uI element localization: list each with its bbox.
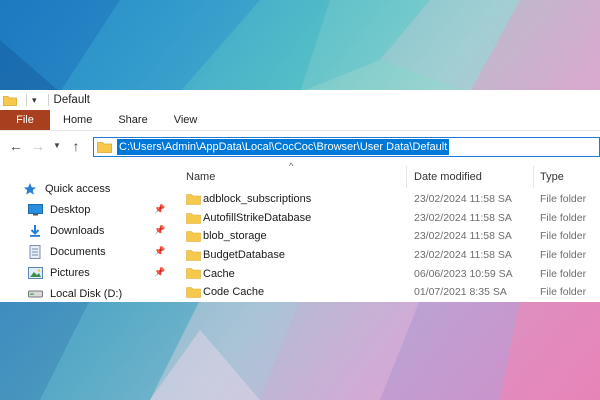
list-item[interactable]: Cache 06/06/2023 10:59 SA File folder <box>178 264 600 283</box>
file-type: File folder <box>540 267 587 280</box>
file-name: AutofillStrikeDatabase <box>203 211 312 224</box>
title-separator <box>47 94 49 106</box>
column-header-type[interactable]: Type <box>540 166 564 188</box>
file-type: File folder <box>540 230 587 243</box>
list-item[interactable]: BudgetDatabase 23/02/2024 11:58 SA File … <box>178 246 600 265</box>
sidebar-item-pictures[interactable]: Pictures 📌 <box>0 262 175 283</box>
pin-icon[interactable]: 📌 <box>154 246 165 257</box>
address-bar[interactable]: C:\Users\Admin\AppData\Local\CocCoc\Brow… <box>93 137 600 157</box>
sidebar-item-downloads[interactable]: Downloads 📌 <box>0 220 175 241</box>
file-type: File folder <box>540 286 587 299</box>
column-header-date-modified[interactable]: Date modified <box>414 166 482 188</box>
folder-icon <box>186 231 201 242</box>
folder-icon <box>186 287 201 298</box>
sidebar-item-documents[interactable]: Documents 📌 <box>0 241 175 262</box>
folder-icon <box>186 212 201 224</box>
back-arrow-icon[interactable]: ← <box>8 138 24 154</box>
pin-icon[interactable]: 📌 <box>154 204 165 215</box>
navigation-pane: Quick access Desktop 📌 Downloads 📌 Docum… <box>0 178 175 304</box>
folder-icon <box>186 249 201 261</box>
pin-icon[interactable]: 📌 <box>154 267 165 278</box>
file-name: Cache <box>203 267 235 280</box>
customize-quick-access-icon[interactable]: ▾ <box>32 95 37 106</box>
file-name: BudgetDatabase <box>203 249 285 262</box>
file-date-modified: 23/02/2024 11:58 SA <box>414 249 512 262</box>
desktop-icon <box>27 203 43 217</box>
drive-icon <box>27 287 43 301</box>
file-type: File folder <box>540 211 587 224</box>
sidebar-item-desktop[interactable]: Desktop 📌 <box>0 199 175 220</box>
sidebar-item-label: Quick access <box>45 182 111 195</box>
file-name: adblock_subscriptions <box>203 193 312 206</box>
sidebar-item-quick-access[interactable]: Quick access <box>0 178 175 199</box>
folder-icon <box>3 95 17 106</box>
pictures-icon <box>27 266 43 280</box>
pin-icon[interactable]: 📌 <box>154 225 165 236</box>
window-title: Default <box>53 94 90 106</box>
column-divider[interactable] <box>406 166 407 188</box>
star-icon <box>22 182 38 196</box>
file-name: Code Cache <box>203 286 265 299</box>
wallpaper-top <box>0 0 600 92</box>
sidebar-item-label: Downloads <box>50 224 105 237</box>
sort-ascending-icon: ^ <box>289 161 294 171</box>
sidebar-item-label: Desktop <box>50 203 91 216</box>
recent-locations-chevron-down-icon[interactable]: ▼ <box>52 141 62 150</box>
sidebar-item-label: Pictures <box>50 266 90 279</box>
column-header-name[interactable]: Name <box>186 166 215 188</box>
file-type: File folder <box>540 249 587 262</box>
folder-icon <box>97 142 112 153</box>
file-date-modified: 23/02/2024 11:58 SA <box>414 193 512 206</box>
file-name: blob_storage <box>203 230 267 243</box>
sidebar-item-label: Documents <box>50 245 106 258</box>
tab-home[interactable]: Home <box>50 110 105 130</box>
file-list: adblock_subscriptions 23/02/2024 11:58 S… <box>178 190 600 302</box>
wallpaper-bottom <box>0 300 600 400</box>
sidebar-item-local-disk-d[interactable]: Local Disk (D:) <box>0 283 175 304</box>
list-item[interactable]: AutofillStrikeDatabase 23/02/2024 11:58 … <box>178 209 600 228</box>
download-icon <box>27 224 43 238</box>
documents-icon <box>27 244 43 259</box>
forward-arrow-icon[interactable]: → <box>30 138 46 154</box>
file-type: File folder <box>540 193 587 206</box>
file-explorer-window: ▾ Default File Home Share View ← → ▼ ↑ C… <box>0 90 600 302</box>
file-date-modified: 23/02/2024 11:58 SA <box>414 211 512 224</box>
file-date-modified: 01/07/2021 8:35 SA <box>414 286 507 299</box>
list-item[interactable]: adblock_subscriptions 23/02/2024 11:58 S… <box>178 190 600 209</box>
list-item[interactable]: blob_storage 23/02/2024 11:58 SA File fo… <box>178 227 600 246</box>
file-date-modified: 23/02/2024 11:58 SA <box>414 230 512 243</box>
folder-icon <box>186 194 201 205</box>
address-path-text[interactable]: C:\Users\Admin\AppData\Local\CocCoc\Brow… <box>117 139 450 155</box>
title-bar: ▾ Default <box>0 90 600 110</box>
file-date-modified: 06/06/2023 10:59 SA <box>414 267 513 280</box>
list-item[interactable]: Code Cache 01/07/2021 8:35 SA File folde… <box>178 283 600 302</box>
tab-view[interactable]: View <box>161 110 211 130</box>
sidebar-item-label: Local Disk (D:) <box>50 287 123 300</box>
tab-file[interactable]: File <box>0 110 50 130</box>
folder-icon <box>186 268 201 280</box>
ribbon-tabs: File Home Share View <box>0 110 600 131</box>
tab-share[interactable]: Share <box>105 110 160 130</box>
quick-access-separator <box>26 94 27 106</box>
column-divider[interactable] <box>533 166 534 188</box>
up-arrow-icon[interactable]: ↑ <box>68 138 84 154</box>
